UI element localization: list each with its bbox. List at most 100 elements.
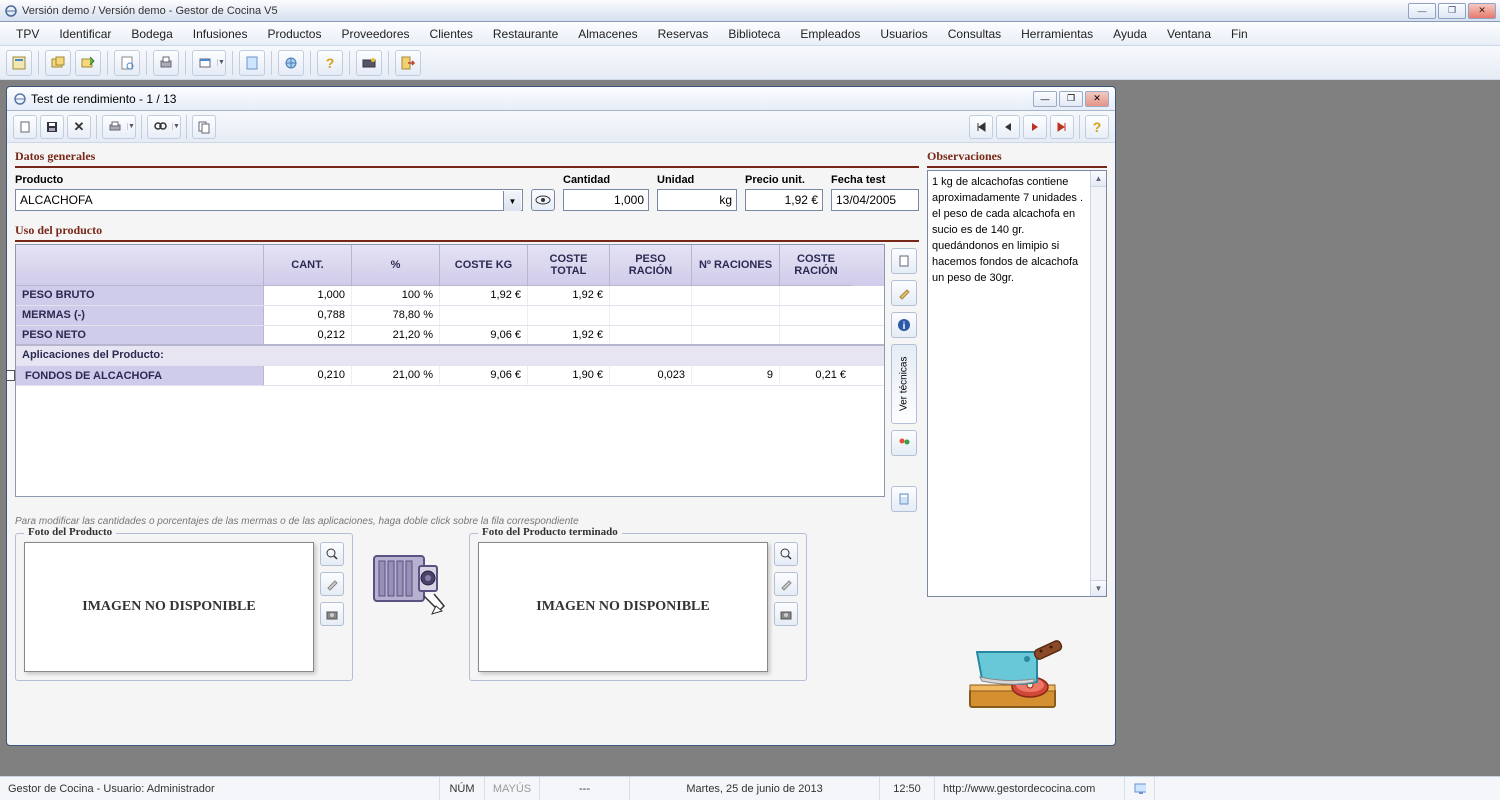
side-users-button[interactable] [891,430,917,456]
menu-clientes[interactable]: Clientes [420,23,483,45]
fecha-input[interactable]: 13/04/2005 [831,189,919,211]
copy-button[interactable] [192,115,216,139]
toolbar-settings-button[interactable] [356,50,382,76]
prev-record-button[interactable] [996,115,1020,139]
find-dropdown[interactable]: ▼ [147,115,181,139]
photo-zoom-button[interactable] [320,542,344,566]
child-maximize-button[interactable]: ❐ [1059,91,1083,107]
status-monitor-icon [1125,777,1155,800]
toolbar-globe-button[interactable] [278,50,304,76]
col-coste-total: COSTE TOTAL [528,245,610,286]
status-num: NÚM [440,777,485,800]
col-cant: CANT. [264,245,352,286]
menu-ventana[interactable]: Ventana [1157,23,1221,45]
close-button[interactable]: ✕ [1468,3,1496,19]
col-coste-racion: COSTE RACIÓN [780,245,852,286]
camera-clipart [361,533,461,623]
maximize-button[interactable]: ❐ [1438,3,1466,19]
producto-combo[interactable]: ALCACHOFA ▼ [15,189,523,211]
child-help-button[interactable]: ? [1085,115,1109,139]
photo2-zoom-button[interactable] [774,542,798,566]
side-info-button[interactable]: i [891,312,917,338]
app-icon [4,4,18,18]
photo-import-button[interactable] [320,572,344,596]
first-record-button[interactable] [969,115,993,139]
scrollbar[interactable]: ▲ ▼ [1090,171,1106,596]
status-url: http://www.gestordecocina.com [935,777,1125,800]
no-image-text: IMAGEN NO DISPONIBLE [536,597,709,617]
photo2-camera-button[interactable] [774,602,798,626]
toolbar-preview-button[interactable] [114,50,140,76]
menu-usuarios[interactable]: Usuarios [870,23,937,45]
print-dropdown[interactable]: ▼ [102,115,136,139]
menu-tpv[interactable]: TPV [6,23,49,45]
toolbar-help-button[interactable]: ? [317,50,343,76]
side-calc-button[interactable] [891,486,917,512]
delete-button[interactable]: ✕ [67,115,91,139]
child-close-button[interactable]: ✕ [1085,91,1109,107]
precio-label: Precio unit. [745,174,823,189]
cleaver-clipart [927,597,1107,737]
menu-empleados[interactable]: Empleados [790,23,870,45]
menu-consultas[interactable]: Consultas [938,23,1011,45]
chevron-down-icon[interactable]: ▼ [503,191,521,211]
menu-fin[interactable]: Fin [1221,23,1258,45]
save-button[interactable] [40,115,64,139]
toolbar-window-dropdown[interactable]: ▼ [192,50,226,76]
menu-biblioteca[interactable]: Biblioteca [718,23,790,45]
ver-tecnicas-button[interactable]: Ver técnicas [891,344,917,424]
menu-infusiones[interactable]: Infusiones [183,23,258,45]
photo-camera-button[interactable] [320,602,344,626]
menu-herramientas[interactable]: Herramientas [1011,23,1103,45]
toolbar-button-3[interactable] [75,50,101,76]
row-peso-bruto[interactable]: PESO BRUTO 1,000 100 % 1,92 € 1,92 € [16,286,884,306]
svg-text:i: i [903,321,906,332]
side-edit-button[interactable] [891,280,917,306]
unidad-input[interactable]: kg [657,189,737,211]
last-record-button[interactable] [1050,115,1074,139]
toolbar-exit-button[interactable] [395,50,421,76]
menubar: TPV Identificar Bodega Infusiones Produc… [0,22,1500,46]
minimize-button[interactable]: — [1408,3,1436,19]
toolbar-notes-button[interactable] [239,50,265,76]
cantidad-label: Cantidad [563,174,649,189]
row-checkbox[interactable] [7,370,15,381]
usage-grid: CANT. % COSTE KG COSTE TOTAL PESO RACIÓN… [15,244,885,497]
menu-bodega[interactable]: Bodega [121,23,182,45]
next-record-button[interactable] [1023,115,1047,139]
precio-input[interactable]: 1,92 € [745,189,823,211]
row-fondos[interactable]: FONDOS DE ALCACHOFA 0,210 21,00 % 9,06 €… [16,366,884,386]
col-pct: % [352,245,440,286]
cantidad-input[interactable]: 1,000 [563,189,649,211]
toolbar-button-2[interactable] [45,50,71,76]
menu-identificar[interactable]: Identificar [49,23,121,45]
status-date: Martes, 25 de junio de 2013 [630,777,880,800]
statusbar: Gestor de Cocina - Usuario: Administrado… [0,776,1500,800]
producto-label: Producto [15,174,523,189]
toolbar-print-button[interactable] [153,50,179,76]
row-peso-neto[interactable]: PESO NETO 0,212 21,20 % 9,06 € 1,92 € [16,326,884,346]
status-time: 12:50 [880,777,935,800]
toolbar-button-1[interactable] [6,50,32,76]
section-observaciones: Observaciones [927,147,1107,168]
view-product-button[interactable] [531,189,555,211]
menu-proveedores[interactable]: Proveedores [331,23,419,45]
foto-producto-frame: IMAGEN NO DISPONIBLE [24,542,314,672]
scroll-down-icon[interactable]: ▼ [1091,580,1106,596]
menu-ayuda[interactable]: Ayuda [1103,23,1157,45]
window-title: Versión demo / Versión demo - Gestor de … [22,5,1408,17]
child-window: Test de rendimiento - 1 / 13 — ❐ ✕ ✕ ▼ ▼ [6,86,1116,746]
menu-reservas[interactable]: Reservas [648,23,719,45]
new-button[interactable] [13,115,37,139]
status-dash: --- [540,777,630,800]
photo2-import-button[interactable] [774,572,798,596]
menu-productos[interactable]: Productos [257,23,331,45]
child-window-icon [13,92,27,106]
side-new-button[interactable] [891,248,917,274]
scroll-up-icon[interactable]: ▲ [1091,171,1106,187]
observaciones-textarea[interactable]: 1 kg de alcachofas contiene aproximadame… [927,170,1107,597]
row-mermas[interactable]: MERMAS (-) 0,788 78,80 % [16,306,884,326]
menu-restaurante[interactable]: Restaurante [483,23,568,45]
menu-almacenes[interactable]: Almacenes [568,23,647,45]
child-minimize-button[interactable]: — [1033,91,1057,107]
